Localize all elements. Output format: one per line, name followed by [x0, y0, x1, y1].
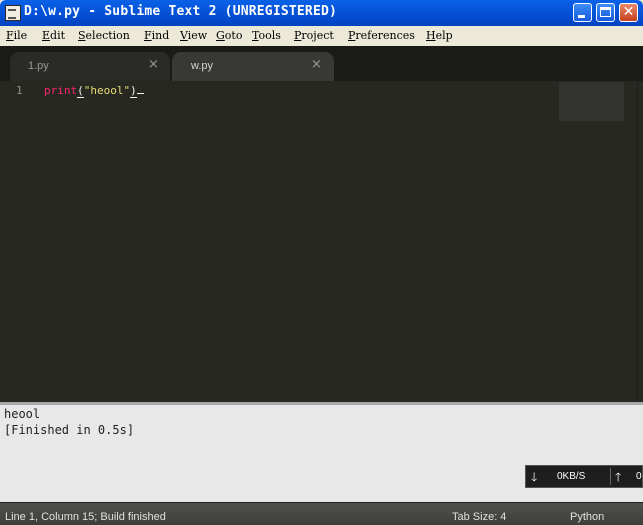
tab-label: 1.py	[28, 60, 49, 72]
maximize-button[interactable]	[596, 3, 615, 22]
close-button[interactable]: ✕	[619, 3, 638, 22]
minimize-button[interactable]	[573, 3, 592, 22]
upload-speed: 0	[636, 471, 642, 482]
menu-tools[interactable]: Tools	[252, 29, 281, 42]
menu-file[interactable]: File	[6, 29, 27, 42]
status-tab-size[interactable]: Tab Size: 4	[452, 511, 506, 523]
close-icon: ✕	[622, 4, 635, 20]
menu-find[interactable]: Find	[144, 29, 169, 42]
code-editor[interactable]: 1 print("heool")	[0, 81, 643, 402]
editor-scrollbar[interactable]	[637, 81, 643, 402]
output-line: heool	[4, 407, 41, 421]
menu-view[interactable]: View	[180, 29, 207, 42]
menu-selection[interactable]: Selection	[78, 29, 130, 42]
menu-project[interactable]: Project	[294, 29, 334, 42]
sublime-app-icon[interactable]	[5, 5, 21, 21]
maximize-icon	[600, 7, 611, 17]
minimap[interactable]	[559, 82, 624, 121]
status-bar: Line 1, Column 15; Build finished Tab Si…	[0, 502, 643, 525]
download-speed: 0KB/S	[557, 471, 586, 482]
menu-help[interactable]: Help	[426, 29, 453, 42]
window-titlebar[interactable]: D:\w.py - Sublime Text 2 (UNREGISTERED) …	[0, 0, 643, 26]
build-output-panel[interactable]: heool [Finished in 0.5s] 🡓 0KB/S 🡑 0	[0, 405, 643, 502]
tab-label: w.py	[191, 60, 214, 72]
window-title: D:\w.py - Sublime Text 2 (UNREGISTERED)	[24, 4, 338, 19]
menu-bar: File Edit Selection Find View Goto Tools…	[0, 26, 643, 47]
network-speed-widget[interactable]: 🡓 0KB/S 🡑 0	[525, 465, 643, 488]
menu-goto[interactable]: Goto	[216, 29, 242, 42]
status-position: Line 1, Column 15; Build finished	[5, 511, 166, 523]
line-number: 1	[16, 84, 23, 97]
tab-1-py[interactable]: 1.py ×	[10, 52, 170, 81]
upload-arrow-icon: 🡑	[615, 470, 622, 484]
tab-close-icon[interactable]: ×	[311, 57, 322, 72]
tab-close-icon[interactable]: ×	[148, 57, 159, 72]
code-keyword: print	[44, 84, 78, 97]
download-arrow-icon: 🡓	[531, 470, 538, 484]
tab-w-py[interactable]: w.py ×	[172, 52, 334, 81]
code-open-paren: (	[77, 84, 84, 98]
output-line: [Finished in 0.5s]	[4, 423, 135, 437]
menu-preferences[interactable]: Preferences	[348, 29, 415, 42]
code-close-paren: )	[130, 84, 137, 98]
code-line[interactable]: print("heool")	[44, 84, 144, 98]
line-gutter: 1	[0, 81, 38, 402]
widget-divider	[610, 468, 611, 485]
text-cursor	[136, 93, 144, 94]
tab-bar: 1.py × w.py ×	[0, 46, 643, 81]
status-syntax[interactable]: Python	[570, 511, 604, 523]
menu-edit[interactable]: Edit	[42, 29, 65, 42]
minimize-icon	[578, 15, 585, 18]
code-string: "heool"	[83, 84, 131, 97]
